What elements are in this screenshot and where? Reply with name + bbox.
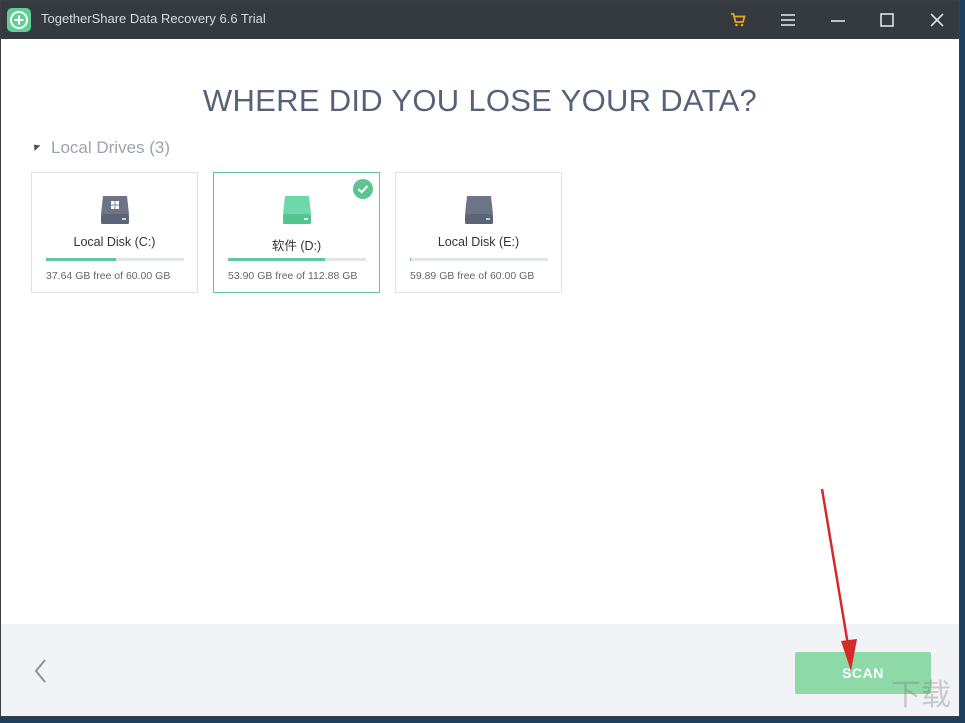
- drive-name: Local Disk (E:): [437, 235, 520, 249]
- minimize-icon: [831, 20, 845, 22]
- drive-usage-bar: [228, 258, 366, 261]
- drive-usage-fill: [46, 258, 117, 261]
- windows-disk-icon: [101, 196, 129, 224]
- app-logo-icon: [7, 8, 31, 32]
- drive-free-space: 59.89 GB free of 60.00 GB: [410, 270, 535, 282]
- cart-icon: [731, 13, 746, 27]
- menu-button[interactable]: [764, 1, 812, 39]
- drive-name: Local Disk (C:): [73, 235, 156, 249]
- drive-card-d[interactable]: 软件 (D:) 53.90 GB free of 112.88 GB: [213, 172, 380, 293]
- hamburger-menu-icon: [781, 14, 795, 26]
- page-heading: WHERE DID YOU LOSE YOUR DATA?: [202, 83, 758, 118]
- annotation-arrow: [820, 488, 857, 671]
- drive-usage-bar: [410, 258, 548, 261]
- chevron-left-icon: [34, 659, 46, 683]
- drive-usage-fill: [228, 258, 325, 261]
- window-title: TogetherShare Data Recovery 6.6 Trial: [41, 11, 266, 26]
- title-bar[interactable]: TogetherShare Data Recovery 6.6 Trial: [1, 1, 959, 39]
- drive-usage-bar: [46, 258, 184, 261]
- selected-check-icon: [353, 179, 373, 199]
- app-window: TogetherShare Data Recovery 6.6 Trial WH…: [0, 0, 960, 717]
- close-button[interactable]: [913, 1, 959, 39]
- close-icon: [930, 13, 944, 27]
- drive-free-space: 53.90 GB free of 112.88 GB: [228, 270, 358, 282]
- disk-icon: [465, 196, 493, 224]
- drive-usage-fill: [410, 258, 412, 261]
- minimize-button[interactable]: [814, 1, 862, 39]
- back-button[interactable]: [31, 656, 51, 686]
- collapse-triangle-icon: [31, 141, 41, 151]
- cart-button[interactable]: [714, 1, 762, 39]
- drive-card-e[interactable]: Local Disk (E:) 59.89 GB free of 60.00 G…: [395, 172, 562, 293]
- local-drives-section-toggle[interactable]: Local Drives (3): [31, 138, 170, 158]
- drive-name: 软件 (D:): [271, 239, 322, 253]
- watermark: 下载: [891, 678, 951, 713]
- drive-free-space: 37.64 GB free of 60.00 GB: [46, 270, 171, 282]
- section-label: Local Drives (3): [51, 138, 171, 157]
- disk-icon: [283, 196, 311, 224]
- maximize-button[interactable]: [863, 1, 911, 39]
- maximize-icon: [880, 13, 894, 27]
- drive-card-c[interactable]: Local Disk (C:) 37.64 GB free of 60.00 G…: [31, 172, 198, 293]
